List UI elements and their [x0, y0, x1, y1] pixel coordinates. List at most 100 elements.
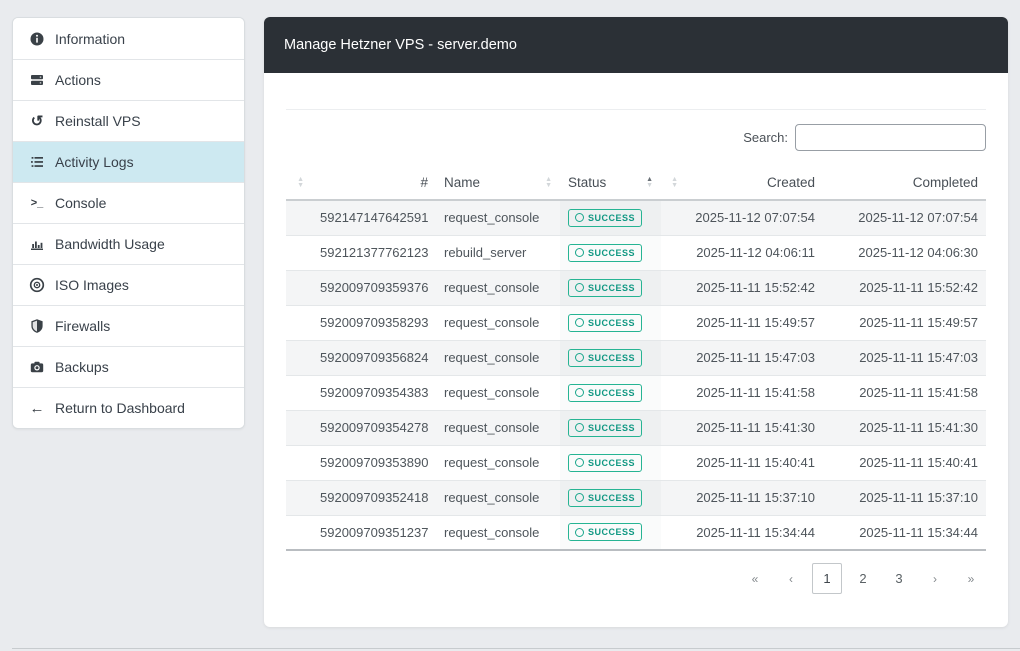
column-header-label: Completed — [912, 175, 978, 190]
table-row: 592009709354383 request_console SUCCESS 202… — [286, 374, 986, 410]
shield-icon — [28, 318, 46, 334]
column-header-label: Status — [568, 175, 607, 190]
cell-name: request_console — [436, 479, 560, 515]
status-badge: SUCCESS — [568, 383, 643, 402]
status-badge-label: SUCCESS — [588, 422, 636, 433]
cell-status: SUCCESS — [560, 479, 661, 515]
search-input[interactable] — [795, 124, 986, 151]
cell-blank — [661, 339, 686, 375]
cell-completed: 2025-11-11 15:49:57 — [823, 304, 986, 340]
cell-id: 592009709358293 — [312, 304, 436, 340]
sidebar-item-firewalls[interactable]: Firewalls — [13, 305, 244, 346]
sidebar-item-information[interactable]: Information — [13, 18, 244, 59]
table-row: 592121377762123 rebuild_server SUCCESS 2025… — [286, 234, 986, 270]
cell-created: 2025-11-11 15:47:03 — [686, 339, 823, 375]
cell-id: 592147147642591 — [320, 210, 429, 226]
status-badge: SUCCESS — [568, 348, 643, 367]
divider — [286, 109, 986, 110]
sidebar-item-label: Return to Dashboard — [55, 400, 185, 416]
cell-blank — [661, 514, 686, 551]
sort-arrows-icon: ▲ ▼ — [646, 175, 653, 189]
cell-blank — [661, 479, 686, 515]
column-header-name[interactable]: Name ▲ ▼ — [436, 166, 560, 201]
cell-completed: 2025-11-12 04:06:30 — [823, 234, 986, 270]
cell-status: SUCCESS — [560, 269, 661, 305]
pagination-page-2[interactable]: 2 — [848, 563, 878, 594]
sidebar-item-bandwidth-usage[interactable]: Bandwidth Usage — [13, 223, 244, 264]
bar-chart-icon — [28, 236, 46, 252]
cell-created: 2025-11-12 04:06:11 — [686, 234, 823, 270]
cell-created: 2025-11-11 15:41:58 — [686, 374, 823, 410]
status-circle-icon — [575, 318, 584, 327]
search-row: Search: — [743, 124, 986, 151]
sidebar-item-label: Activity Logs — [55, 154, 134, 170]
sidebar-item-reinstall-vps[interactable]: ↺ Reinstall VPS — [13, 100, 244, 141]
sidebar-item-backups[interactable]: Backups — [13, 346, 244, 387]
cell-created: 2025-11-11 15:52:42 — [686, 269, 823, 305]
terminal-icon: >_ — [30, 196, 44, 209]
column-header-created[interactable]: Created — [686, 166, 823, 201]
cell-name: request_console — [436, 409, 560, 445]
cell-blank — [661, 304, 686, 340]
sidebar-item-activity-logs[interactable]: Activity Logs — [13, 141, 244, 182]
table-row: 592009709356824 request_console SUCCESS 202… — [286, 339, 986, 375]
cell-completed: 2025-11-11 15:41:58 — [823, 374, 986, 410]
arrow-left-icon: ← — [29, 399, 45, 417]
status-circle-icon — [575, 493, 584, 502]
pagination-first[interactable]: « — [740, 563, 770, 594]
pagination-prev[interactable]: ‹ — [776, 563, 806, 594]
cell-name: request_console — [444, 210, 540, 226]
status-badge: SUCCESS — [568, 278, 643, 297]
cell-blank — [661, 234, 686, 270]
status-circle-icon — [575, 248, 584, 257]
cell-blank — [286, 444, 312, 480]
status-badge-label: SUCCESS — [588, 317, 636, 328]
cell-blank — [286, 514, 312, 551]
disc-icon — [28, 277, 46, 293]
column-header-completed[interactable]: Completed — [823, 166, 986, 201]
status-circle-icon — [575, 527, 584, 537]
status-badge-label: SUCCESS — [588, 352, 636, 363]
table-row: 592009709359376 request_console SUCCESS 202… — [286, 269, 986, 305]
sidebar: Information Actions ↺ Reinstall VPS Activity… — [12, 17, 245, 429]
cell-id: 592009709354278 — [312, 409, 436, 445]
pagination-page-1[interactable]: 1 — [812, 563, 842, 594]
cell-created: 2025-11-11 15:40:41 — [686, 444, 823, 480]
cell-blank — [286, 479, 312, 515]
sidebar-item-iso-images[interactable]: ISO Images — [13, 264, 244, 305]
status-circle-icon — [575, 458, 584, 467]
cell-blank — [286, 409, 312, 445]
column-header-[interactable]: # — [312, 166, 436, 201]
cell-blank — [286, 234, 312, 270]
pagination-next[interactable]: › — [920, 563, 950, 594]
cell-blank — [286, 200, 312, 235]
cell-created: 2025-11-11 15:49:57 — [686, 304, 823, 340]
pagination-page-3[interactable]: 3 — [884, 563, 914, 594]
cell-completed: 2025-11-11 15:47:03 — [823, 339, 986, 375]
cell-name: request_console — [436, 444, 560, 480]
status-badge-label: SUCCESS — [588, 492, 636, 503]
table-row: 592009709353890 request_console SUCCESS 202… — [286, 444, 986, 480]
sort-arrows-icon: ▲ ▼ — [671, 175, 678, 189]
cell-name: request_console — [436, 304, 560, 340]
sidebar-item-actions[interactable]: Actions — [13, 59, 244, 100]
column-header-blank-0[interactable]: ▲ ▼ — [286, 166, 312, 201]
pagination-last[interactable]: » — [956, 563, 986, 594]
sidebar-item-console[interactable]: >_ Console — [13, 182, 244, 223]
page: Information Actions ↺ Reinstall VPS Activity… — [0, 0, 1020, 651]
cell-name: request_console — [436, 514, 560, 551]
sidebar-item-label: Firewalls — [55, 318, 111, 334]
table-body: 592147147642591 request_console SUCCESS 202… — [286, 200, 986, 551]
cell-name: request_console — [436, 269, 560, 305]
column-header-status[interactable]: Status ▲ ▼ — [560, 166, 661, 201]
table-row: 592009709354278 request_console SUCCESS 202… — [286, 409, 986, 445]
cell-blank — [661, 444, 686, 480]
column-header-blank-4[interactable]: ▲ ▼ — [661, 166, 686, 201]
cell-blank — [286, 374, 312, 410]
camera-icon — [28, 359, 46, 375]
sidebar-item-return-to-dashboard[interactable]: ← Return to Dashboard — [13, 387, 244, 428]
column-header-label: Name — [444, 175, 481, 190]
cell-id: 592121377762123 — [312, 234, 436, 270]
status-circle-icon — [575, 213, 584, 223]
cell-created: 2025-11-12 07:07:54 — [695, 210, 815, 226]
